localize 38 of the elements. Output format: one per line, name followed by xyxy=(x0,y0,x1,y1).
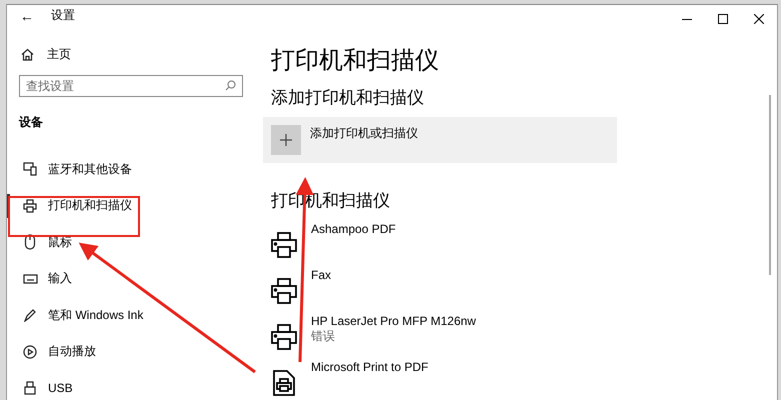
play-icon xyxy=(23,344,37,358)
search-icon xyxy=(225,80,236,91)
printer-name[interactable]: Ashampoo PDF xyxy=(311,220,396,237)
sidebar-item[interactable]: 自动播放 xyxy=(7,340,255,364)
scrollbar[interactable] xyxy=(769,95,771,275)
sidebar-item[interactable]: 蓝牙和其他设备 xyxy=(7,157,255,181)
add-printer-button[interactable]: 添加打印机或扫描仪 xyxy=(263,117,617,163)
home-link[interactable]: 主页 xyxy=(7,44,255,65)
close-icon xyxy=(754,14,764,24)
usb-icon xyxy=(24,381,36,395)
mouse-icon xyxy=(24,234,36,250)
printer-icon xyxy=(23,198,37,212)
pen-icon xyxy=(23,308,37,322)
printer-name[interactable]: Fax xyxy=(311,266,332,283)
keyboard-icon xyxy=(22,274,38,284)
page-title: 打印机和扫描仪 xyxy=(271,46,440,76)
sidebar-item[interactable]: 打印机和扫描仪 xyxy=(7,194,255,218)
sidebar-item[interactable]: 笔和 Windows Ink xyxy=(7,303,255,327)
plus-icon xyxy=(280,134,292,146)
maximize-icon xyxy=(718,14,728,24)
sidebar-item[interactable]: 输入 xyxy=(7,266,255,290)
sidebar-item[interactable]: 鼠标 xyxy=(7,230,255,254)
back-button[interactable]: ← xyxy=(11,8,43,24)
printer-status: 错误 xyxy=(311,329,336,344)
printer-name[interactable]: Microsoft Print to PDF xyxy=(311,358,428,375)
section-heading: 添加打印机和扫描仪 xyxy=(271,87,425,109)
search-field[interactable]: 查找设置 xyxy=(19,75,243,97)
minimize-icon xyxy=(682,18,692,20)
printer-icon xyxy=(271,324,297,350)
printer-name[interactable]: HP LaserJet Pro MFP M126nw xyxy=(311,312,476,329)
devices-icon xyxy=(23,162,37,176)
printer-icon xyxy=(271,278,297,304)
printer-icon xyxy=(271,232,297,258)
sidebar-item[interactable]: USB xyxy=(7,376,255,400)
section-heading: 设备 xyxy=(18,114,44,131)
document-printer-icon xyxy=(273,370,295,396)
home-icon xyxy=(21,48,34,62)
window-title: 设置 xyxy=(51,7,75,24)
